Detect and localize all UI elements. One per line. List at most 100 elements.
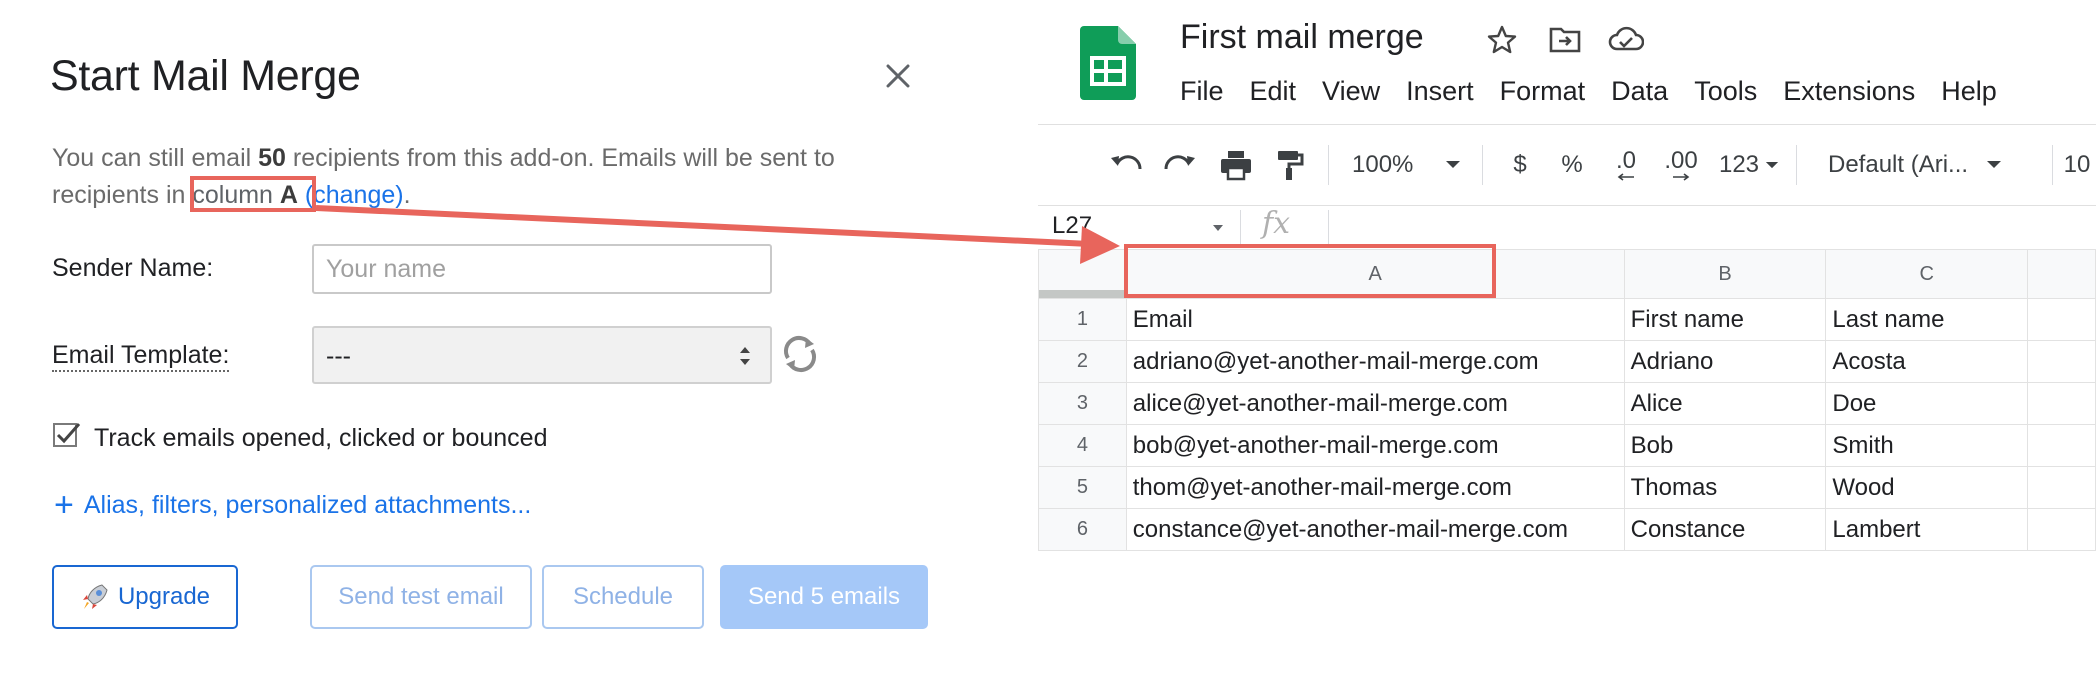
number-format-select[interactable]: 123 <box>1716 143 1782 187</box>
cell[interactable]: constance@yet-another-mail-merge.com <box>1125 508 1625 551</box>
menu-insert[interactable]: Insert <box>1406 76 1474 107</box>
cell[interactable] <box>2027 466 2096 509</box>
cell[interactable]: First name <box>1623 298 1827 341</box>
sender-name-input[interactable] <box>312 244 772 294</box>
cell[interactable] <box>2027 424 2096 467</box>
menu-data[interactable]: Data <box>1611 76 1668 107</box>
cell[interactable]: Smith <box>1825 424 2029 467</box>
menu-help[interactable]: Help <box>1941 76 1997 107</box>
cell[interactable]: Alice <box>1623 382 1827 425</box>
table-row: 3 alice@yet-another-mail-merge.com Alice… <box>1038 382 2096 425</box>
sheets-logo-icon[interactable] <box>1080 26 1136 100</box>
cell[interactable] <box>2027 508 2096 551</box>
decrease-decimal-button[interactable]: .0 <box>1604 143 1648 187</box>
alias-filters-link[interactable]: + Alias, filters, personalized attachmen… <box>54 486 532 524</box>
increase-decimal-button[interactable]: .00 <box>1656 143 1706 187</box>
email-template-select[interactable]: --- <box>312 326 772 384</box>
name-box[interactable]: L27 <box>1052 212 1092 240</box>
column-header-a[interactable]: A <box>1125 249 1625 299</box>
cell[interactable]: Constance <box>1623 508 1827 551</box>
row-header[interactable]: 6 <box>1038 508 1127 551</box>
track-emails-checkbox[interactable] <box>52 420 82 450</box>
info-pre: You can still email <box>52 144 259 172</box>
table-row: 1 Email First name Last name <box>1038 298 2096 341</box>
cell[interactable]: Thomas <box>1623 466 1827 509</box>
formula-separator <box>1240 210 1241 244</box>
toolbar: 100% $ % .0 .00 123 Default (Ari... 10 <box>1038 125 2096 205</box>
close-icon[interactable] <box>878 56 918 96</box>
decrease-decimal-label: .0 <box>1615 147 1636 174</box>
font-family-value: Default (Ari... <box>1828 151 1969 178</box>
cell[interactable]: Adriano <box>1623 340 1827 383</box>
cell[interactable] <box>2027 298 2096 341</box>
star-icon[interactable] <box>1486 24 1518 56</box>
font-size-input[interactable]: 10 <box>2062 143 2092 187</box>
row-header[interactable]: 4 <box>1038 424 1127 467</box>
cell[interactable]: Lambert <box>1825 508 2029 551</box>
move-to-folder-icon[interactable] <box>1548 24 1582 54</box>
cell[interactable]: alice@yet-another-mail-merge.com <box>1125 382 1625 425</box>
arrow-right-icon <box>1673 173 1690 181</box>
font-dropdown-icon <box>1987 161 2002 168</box>
column-header-d[interactable] <box>2027 249 2096 299</box>
menu-view[interactable]: View <box>1322 76 1380 107</box>
undo-icon[interactable] <box>1106 143 1146 187</box>
template-value: --- <box>326 342 351 370</box>
cell[interactable]: Acosta <box>1825 340 2029 383</box>
change-column-link[interactable]: (change) <box>305 181 404 209</box>
cell[interactable]: Email <box>1125 298 1625 341</box>
row-header[interactable]: 5 <box>1038 466 1127 509</box>
increase-decimal-label: .00 <box>1664 147 1698 174</box>
menu-extensions[interactable]: Extensions <box>1783 76 1915 107</box>
plus-icon: + <box>54 486 74 524</box>
column-header-b[interactable]: B <box>1623 249 1827 299</box>
rocket-icon <box>82 584 108 609</box>
menu-file[interactable]: File <box>1180 76 1224 107</box>
table-row: 4 bob@yet-another-mail-merge.com Bob Smi… <box>1038 424 2096 467</box>
zoom-dropdown-icon <box>1446 161 1461 168</box>
cell[interactable]: bob@yet-another-mail-merge.com <box>1125 424 1625 467</box>
font-family-select[interactable]: Default (Ari... <box>1828 143 2038 187</box>
cell[interactable]: Bob <box>1623 424 1827 467</box>
upgrade-button[interactable]: Upgrade <box>52 565 238 629</box>
name-box-dropdown-icon[interactable] <box>1212 224 1224 232</box>
cell[interactable]: Wood <box>1825 466 2029 509</box>
menu-format[interactable]: Format <box>1500 76 1586 107</box>
info-end: . <box>403 181 411 209</box>
menu-bar: File Edit View Insert Format Data Tools … <box>1180 76 2023 107</box>
refresh-icon[interactable] <box>780 332 820 376</box>
row-header[interactable]: 3 <box>1038 382 1127 425</box>
cloud-saved-icon[interactable] <box>1608 24 1645 54</box>
cell[interactable]: adriano@yet-another-mail-merge.com <box>1125 340 1625 383</box>
number-format-dropdown-icon <box>1765 161 1779 168</box>
cell[interactable]: Last name <box>1825 298 2029 341</box>
zoom-select[interactable]: 100% <box>1352 143 1472 187</box>
formula-bar: L27 fx <box>1038 205 2096 247</box>
toolbar-separator <box>2052 145 2053 185</box>
percent-format-button[interactable]: % <box>1554 143 1590 187</box>
send-emails-button[interactable]: Send 5 emails <box>720 565 928 629</box>
redo-icon[interactable] <box>1160 143 1200 187</box>
row-header[interactable]: 2 <box>1038 340 1127 383</box>
sheet-table: A B C 1 Email First name Last name 2 adr… <box>1038 249 2096 551</box>
schedule-button[interactable]: Schedule <box>542 565 704 629</box>
cell[interactable] <box>2027 382 2096 425</box>
menu-edit[interactable]: Edit <box>1250 76 1297 107</box>
menu-tools[interactable]: Tools <box>1694 76 1757 107</box>
alias-filters-label: Alias, filters, personalized attachments… <box>83 490 532 519</box>
arrow-left-icon <box>1617 173 1634 181</box>
formula-separator <box>1328 210 1329 244</box>
select-all-corner[interactable] <box>1038 249 1127 299</box>
toolbar-separator <box>1328 145 1329 185</box>
cell[interactable]: thom@yet-another-mail-merge.com <box>1125 466 1625 509</box>
cell[interactable] <box>2027 340 2096 383</box>
paint-format-icon[interactable] <box>1272 143 1308 187</box>
document-title[interactable]: First mail merge <box>1180 18 1424 57</box>
send-test-email-button[interactable]: Send test email <box>310 565 532 629</box>
currency-format-button[interactable]: $ <box>1502 143 1538 187</box>
gutter <box>980 0 1038 682</box>
column-header-c[interactable]: C <box>1825 249 2029 299</box>
cell[interactable]: Doe <box>1825 382 2029 425</box>
row-header[interactable]: 1 <box>1038 298 1127 341</box>
print-icon[interactable] <box>1216 143 1256 187</box>
